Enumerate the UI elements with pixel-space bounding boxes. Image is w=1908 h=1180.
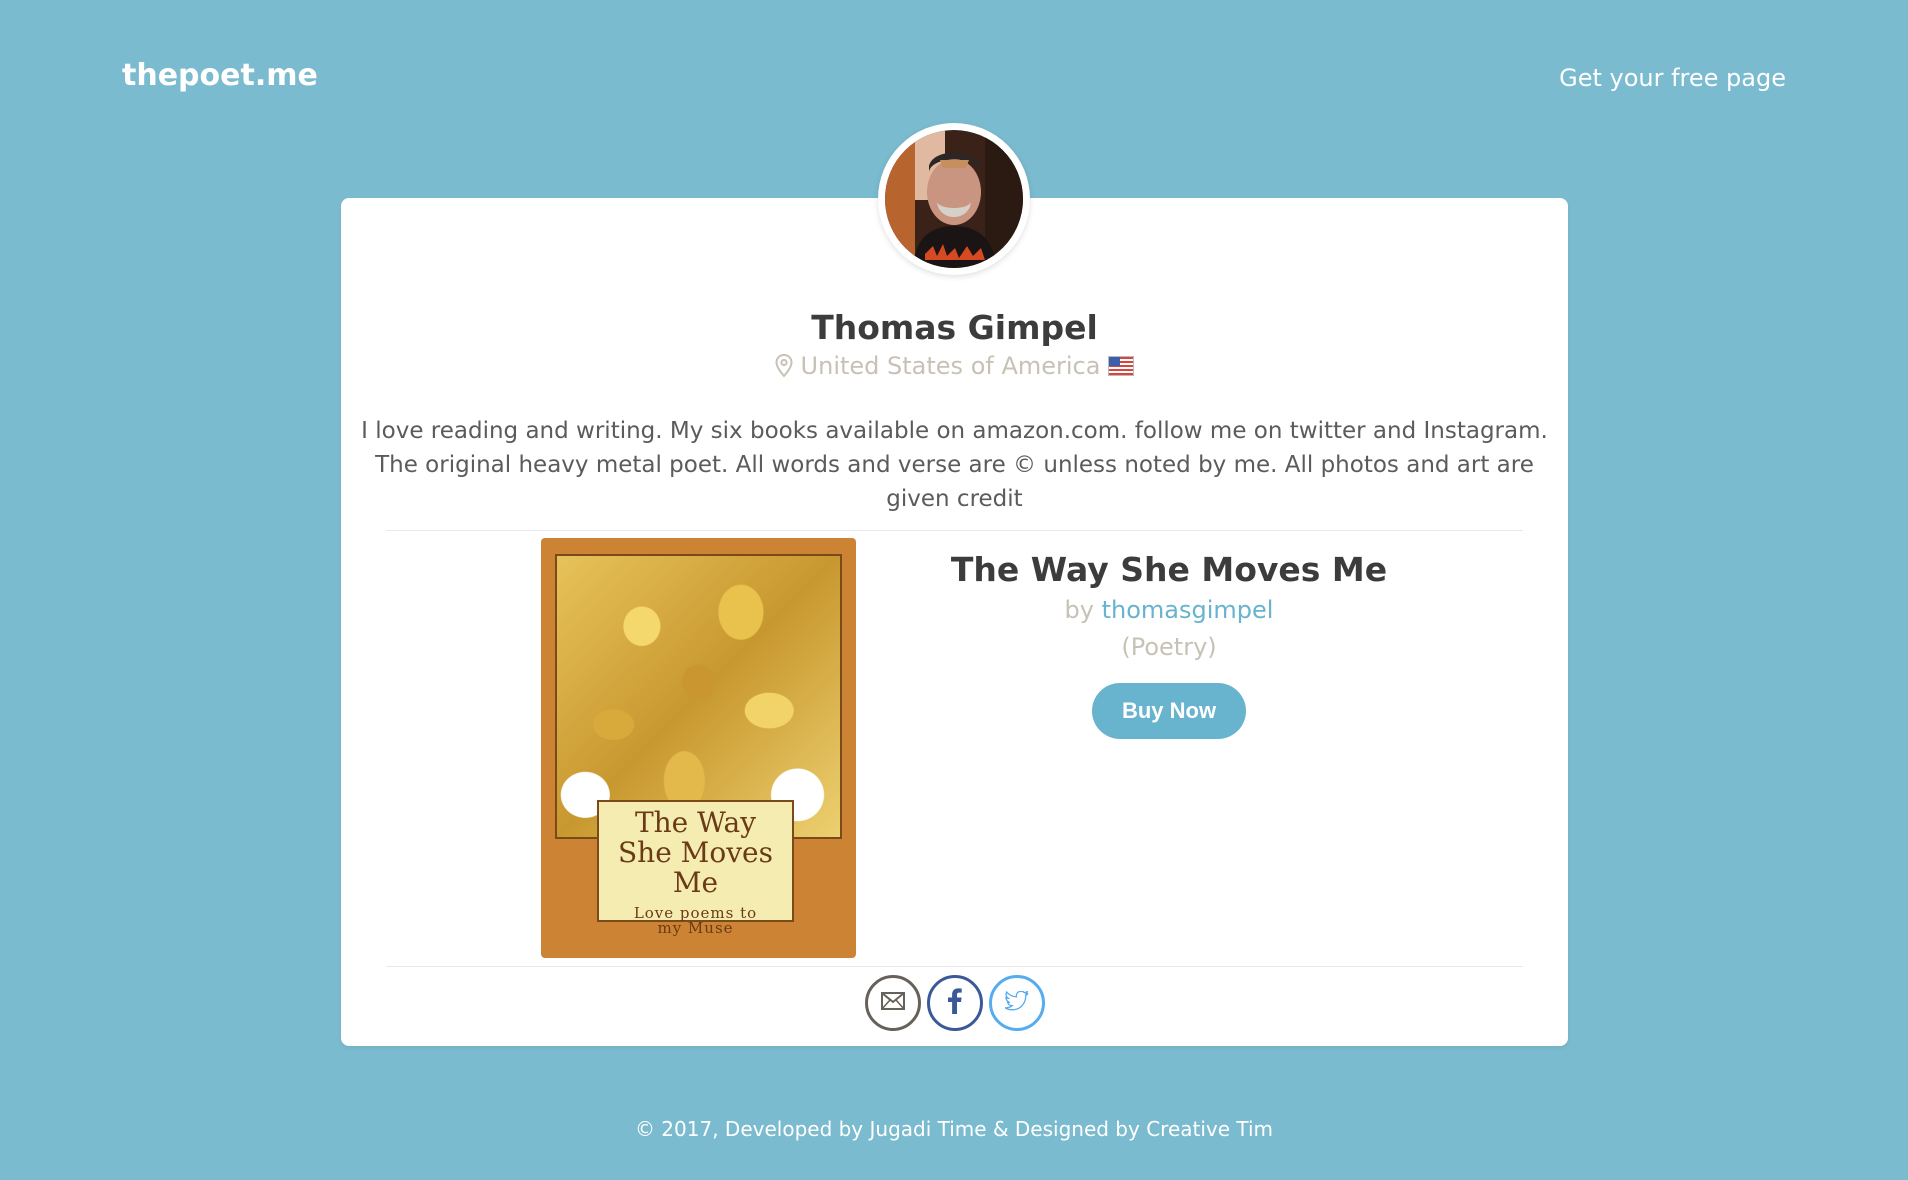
book-cover-image[interactable]: The Way She Moves Me Love poems to my Mu… xyxy=(541,538,856,958)
cover-subtitle: Love poems to my Muse xyxy=(633,904,758,937)
social-links xyxy=(341,975,1568,1031)
brand-logo-link[interactable]: thepoet.me xyxy=(122,58,318,93)
footer-credits: © 2017, Developed by Jugadi Time & Desig… xyxy=(634,1117,1274,1141)
book-info: The Way She Moves Me by thomasgimpel (Po… xyxy=(941,550,1397,739)
mail-icon xyxy=(880,992,905,1014)
facebook-icon xyxy=(947,988,962,1018)
profile-card: Thomas Gimpel United States of America I… xyxy=(341,198,1568,1046)
get-free-page-link[interactable]: Get your free page xyxy=(1559,64,1786,92)
author-location: United States of America xyxy=(341,352,1568,380)
by-prefix: by xyxy=(1064,596,1094,624)
twitter-icon xyxy=(1004,990,1029,1015)
divider-top xyxy=(386,530,1523,531)
twitter-share-button[interactable] xyxy=(988,975,1045,1031)
author-avatar xyxy=(878,123,1030,275)
location-text: United States of America xyxy=(800,352,1101,380)
book-title: The Way She Moves Me xyxy=(950,550,1388,589)
cover-label: The Way She Moves Me Love poems to my Mu… xyxy=(597,800,794,936)
author-name: Thomas Gimpel xyxy=(811,308,1098,347)
cover-leaves-photo xyxy=(555,554,842,839)
us-flag-icon xyxy=(1108,356,1135,376)
book-byline: by thomasgimpel xyxy=(941,594,1397,626)
book-genre: (Poetry) xyxy=(1121,633,1217,661)
author-bio: I love reading and writing. My six books… xyxy=(361,418,1548,512)
email-share-button[interactable] xyxy=(864,975,921,1031)
divider-bottom xyxy=(386,966,1523,967)
cover-title: The Way She Moves Me xyxy=(618,806,773,899)
avatar-photo xyxy=(885,130,1023,268)
facebook-share-button[interactable] xyxy=(926,975,983,1031)
location-pin-icon xyxy=(775,354,793,378)
book-author-link[interactable]: thomasgimpel xyxy=(1102,596,1274,624)
buy-now-button[interactable]: Buy Now xyxy=(1091,683,1247,739)
